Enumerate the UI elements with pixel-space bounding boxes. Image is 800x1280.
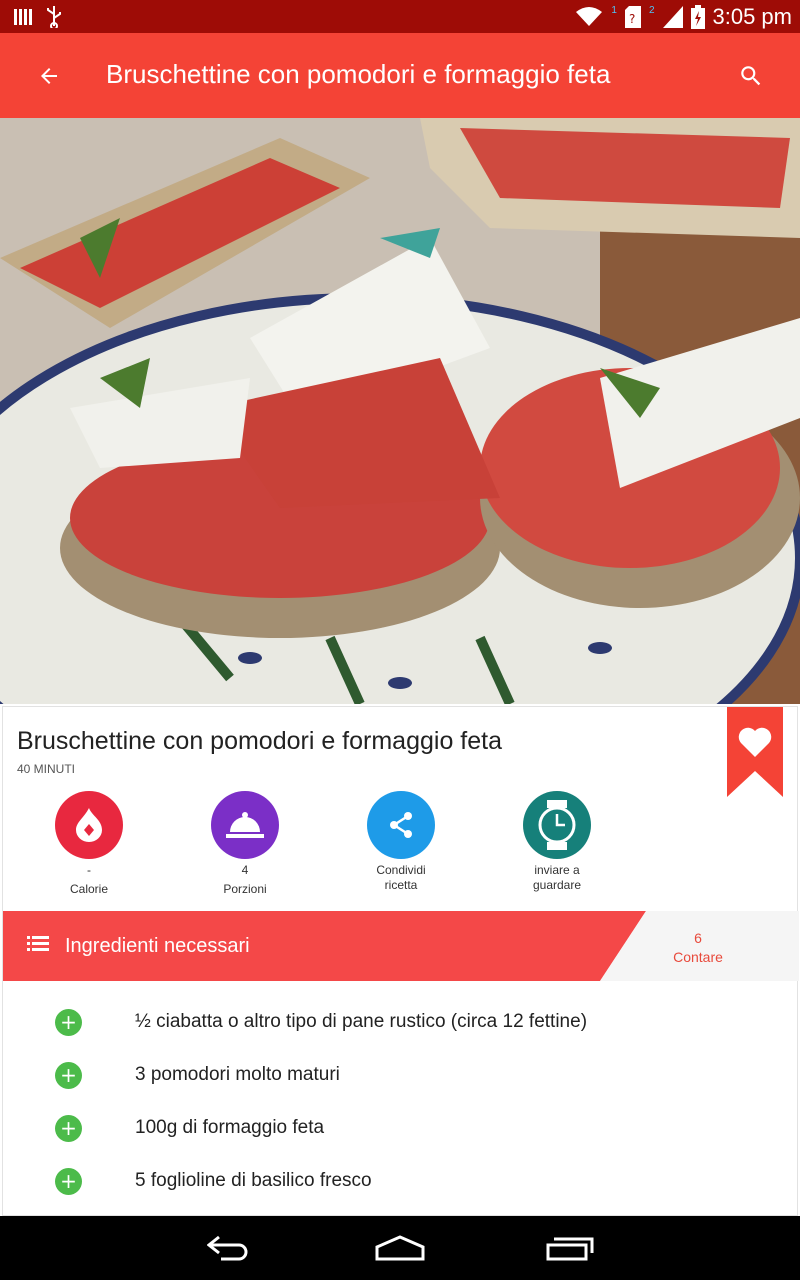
send-to-watch-button[interactable]: inviare a guardare xyxy=(507,791,607,893)
sim-icon xyxy=(14,9,32,25)
recipe-photo xyxy=(0,118,800,704)
system-nav-bar xyxy=(0,1216,800,1280)
favorite-bookmark-button[interactable] xyxy=(727,707,783,797)
servings-button[interactable]: 4 Porzioni xyxy=(195,791,295,897)
add-ingredient-icon[interactable]: + xyxy=(55,1009,82,1036)
send-to-watch-label: inviare a guardare xyxy=(532,863,582,892)
recipe-card: Bruschettine con pomodori e formaggio fe… xyxy=(2,706,799,1216)
ingredient-text: 5 foglioline di basilico fresco xyxy=(135,1170,372,1191)
no-sim-icon: ? xyxy=(624,5,641,28)
usb-icon xyxy=(47,6,61,28)
share-icon xyxy=(367,791,435,859)
recents-nav-icon[interactable] xyxy=(540,1228,600,1268)
list-item: + 5 foglioline di basilico fresco xyxy=(3,1162,799,1202)
add-ingredient-icon[interactable]: + xyxy=(55,1062,82,1089)
app-bar-title: Bruschettine con pomodori e formaggio fe… xyxy=(106,59,611,89)
wifi-icon xyxy=(576,6,603,26)
battery-charging-icon xyxy=(690,4,705,29)
app-bar: Bruschettine con pomodori e formaggio fe… xyxy=(0,33,800,118)
status-bar: 1 ? 2 3:05 pm xyxy=(0,0,800,33)
share-recipe-button[interactable]: Condividi ricetta xyxy=(351,791,451,893)
calories-label: Calorie xyxy=(69,882,108,896)
calories-button[interactable]: - Calorie xyxy=(39,791,139,897)
watch-icon xyxy=(523,791,591,859)
ingredients-title: Ingredienti necessari xyxy=(65,935,250,957)
recipe-actions: - Calorie 4 Porzioni Condividi ricetta i… xyxy=(3,791,799,901)
list-item: + 100g di formaggio feta xyxy=(3,1109,799,1149)
ingredients-header: Ingredienti necessari 6 Contare xyxy=(3,911,799,981)
recipe-time: 40 MINUTI xyxy=(17,762,76,776)
calories-value: - xyxy=(87,863,91,877)
badge-1: 1 xyxy=(611,5,617,16)
signal-icon xyxy=(662,5,683,28)
ingredients-count-value: 6 xyxy=(694,930,702,946)
ingredient-text: ½ ciabatta o altro tipo di pane rustico … xyxy=(135,1011,588,1032)
servings-label: Porzioni xyxy=(223,882,267,896)
list-item: + 3 pomodori molto maturi xyxy=(3,1056,799,1096)
ingredients-count: 6 Contare xyxy=(643,929,753,967)
search-icon[interactable] xyxy=(732,57,770,95)
clock: 3:05 pm xyxy=(712,3,793,29)
recipe-title: Bruschettine con pomodori e formaggio fe… xyxy=(17,727,502,755)
serving-dish-icon xyxy=(211,791,279,859)
ingredient-text: 3 pomodori molto maturi xyxy=(135,1064,340,1085)
add-ingredient-icon[interactable]: + xyxy=(55,1168,82,1195)
back-nav-icon[interactable] xyxy=(200,1228,260,1268)
add-ingredient-icon[interactable]: + xyxy=(55,1115,82,1142)
share-recipe-label: Condividi ricetta xyxy=(376,863,426,892)
svg-text:?: ? xyxy=(629,12,635,26)
list-item: + ½ ciabatta o altro tipo di pane rustic… xyxy=(3,1003,799,1043)
servings-value: 4 xyxy=(241,863,249,877)
ingredients-count-label: Contare xyxy=(673,949,723,965)
arrow-back-icon[interactable] xyxy=(30,57,68,95)
flame-icon xyxy=(55,791,123,859)
badge-2: 2 xyxy=(648,5,655,16)
home-nav-icon[interactable] xyxy=(370,1228,430,1268)
list-icon xyxy=(27,936,49,951)
ingredient-text: 100g di formaggio feta xyxy=(135,1117,325,1138)
